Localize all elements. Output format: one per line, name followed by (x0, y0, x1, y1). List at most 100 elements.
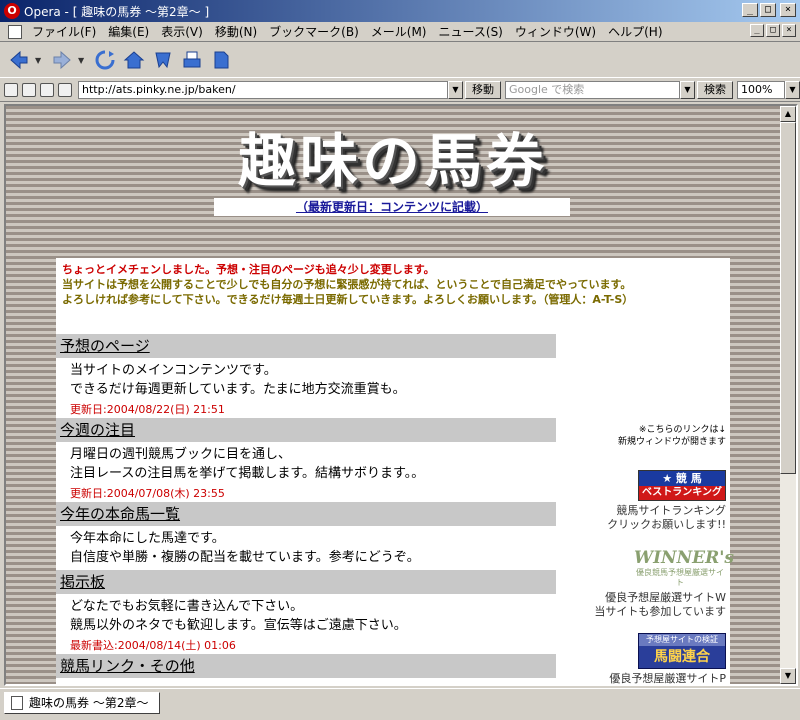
section-link-honmei[interactable]: 今年の本命馬一覧 (56, 502, 556, 526)
banner-ranking-bottom: ベストランキング (639, 486, 725, 500)
document-window-controls: _ □ × (750, 24, 796, 37)
vertical-scrollbar[interactable]: ▲ ▼ (780, 106, 796, 684)
batou-caption: 優良予想屋厳選サイトP (609, 672, 726, 684)
maximize-button[interactable]: □ (760, 3, 776, 17)
minimize-button[interactable]: _ (742, 3, 758, 17)
page-tab[interactable]: 趣味の馬券 〜第2章〜 (4, 692, 160, 714)
navigation-toolbar: ▼ ▼ (0, 43, 800, 78)
doc-close-button[interactable]: × (782, 24, 796, 37)
update-link[interactable]: （最新更新日：コンテンツに記載） (296, 200, 488, 214)
doc-restore-button[interactable]: □ (766, 24, 780, 37)
winners-caption: 優良予想屋厳選サイトW 当サイトも参加しています (546, 591, 726, 619)
menu-window[interactable]: ウィンドウ(W) (509, 23, 602, 40)
winners-caption-line: 当サイトも参加しています (594, 605, 726, 618)
go-button[interactable]: 移動 (465, 80, 501, 99)
winners-banner-title: WINNER's (634, 548, 734, 568)
menu-mail[interactable]: メール(M) (365, 23, 433, 40)
forward-button[interactable] (49, 47, 75, 73)
page-tab-label: 趣味の馬券 〜第2章〜 (29, 696, 149, 710)
keiba-best-ranking-banner[interactable]: ★ 競 馬 ベストランキング (638, 470, 726, 501)
back-arrow-icon (10, 50, 28, 70)
new-page-button[interactable] (208, 47, 234, 73)
section-description: 月曜日の週刊競馬ブックに目を通し、 注目レースの注目馬を挙げて掲載します。結構サ… (56, 442, 556, 486)
section-line: 今年本命にした馬達です。 (70, 531, 225, 546)
new-page-icon (214, 51, 229, 69)
zoom-field[interactable]: 100% (737, 80, 785, 99)
search-engine-dropdown[interactable]: ▼ (680, 80, 695, 99)
window-controls: _ □ × (742, 3, 796, 17)
section-description: 今年本命にした馬達です。 自信度や単勝・複勝の配当を載せています。参考にどうぞ。 (56, 526, 556, 570)
menu-view[interactable]: 表示(V) (155, 23, 209, 40)
batou-banner-title: 馬闘連合 (654, 649, 710, 665)
section-link-chumoku[interactable]: 今週の注目 (56, 418, 556, 442)
notice-block: ちょっとイメチェンしました。予想・注目のページも追々少し変更します。 当サイトは… (56, 258, 730, 311)
new-window-note: 新規ウィンドウが開きます (617, 437, 726, 447)
section-description: 当サイトのメインコンテンツです。 できるだけ毎週更新しています。たまに地方交流重… (56, 358, 556, 402)
section-link-yosou[interactable]: 予想のページ (56, 334, 556, 358)
page-info-icon[interactable] (40, 82, 54, 97)
scroll-down-arrow-icon[interactable]: ▼ (780, 668, 796, 684)
update-notice-box: （最新更新日：コンテンツに記載） (214, 198, 570, 216)
zoom-dropdown[interactable]: ▼ (785, 80, 800, 99)
page-tab-bar: 趣味の馬券 〜第2章〜 (0, 688, 800, 720)
close-button[interactable]: × (780, 3, 796, 17)
security-lock-icon[interactable] (4, 82, 18, 97)
bookmark-page-icon[interactable] (58, 82, 72, 97)
batou-banner-top: 予想屋サイトの検証 (639, 634, 725, 646)
window-title: Opera - [ 趣味の馬券 〜第2章〜 ] (24, 4, 210, 19)
bookmark-icon (155, 52, 171, 69)
section-line: どなたでもお気軽に書き込んで下さい。 (70, 599, 304, 614)
menu-news[interactable]: ニュース(S) (432, 23, 508, 40)
cookie-icon[interactable] (22, 82, 36, 97)
menu-bar: ファイル(F) 編集(E) 表示(V) 移動(N) ブックマーク(B) メール(… (0, 22, 800, 42)
doc-minimize-button[interactable]: _ (750, 24, 764, 37)
page-viewport: 趣味の馬券 （最新更新日：コンテンツに記載） ちょっとイメチェンしました。予想・… (4, 104, 798, 686)
hotlist-button[interactable] (150, 47, 176, 73)
print-button[interactable] (179, 47, 205, 73)
menu-bookmarks[interactable]: ブックマーク(B) (263, 23, 365, 40)
address-toolbar: http://ats.pinky.ne.jp/baken/ ▼ 移動 Googl… (0, 78, 800, 102)
content-area: ちょっとイメチェンしました。予想・注目のページも追々少し変更します。 当サイトは… (56, 258, 734, 684)
scroll-up-arrow-icon[interactable]: ▲ (780, 106, 796, 122)
banner-ranking-top: ★ 競 馬 (639, 471, 725, 486)
section-update-date: 最新書込:2004/08/14(土) 01:06 (70, 639, 236, 652)
scrollbar-thumb[interactable] (780, 122, 796, 474)
section-link-bbs[interactable]: 掲示板 (56, 570, 556, 594)
address-input[interactable]: http://ats.pinky.ne.jp/baken/ (78, 80, 448, 99)
back-dropdown-icon[interactable]: ▼ (35, 56, 43, 65)
contents-list: 予想のページ 当サイトのメインコンテンツです。 できるだけ毎週更新しています。た… (56, 334, 556, 678)
section-line: 自信度や単勝・複勝の配当を載せています。参考にどうぞ。 (70, 550, 420, 565)
winners-caption-line: 優良予想屋厳選サイトW (605, 591, 726, 604)
winners-banner-subtitle: 優良競馬予想屋厳選サイト (636, 568, 724, 587)
batou-rengou-banner[interactable]: 予想屋サイトの検証 馬闘連合 (638, 633, 726, 669)
section-link-links[interactable]: 競馬リンク・その他 (56, 654, 556, 678)
opera-logo-icon: O (4, 3, 20, 19)
web-page: 趣味の馬券 （最新更新日：コンテンツに記載） ちょっとイメチェンしました。予想・… (6, 106, 780, 684)
home-button[interactable] (121, 47, 147, 73)
ranking-caption-line: クリックお願いします!! (607, 518, 726, 531)
back-button[interactable] (6, 47, 32, 73)
reload-button[interactable] (92, 47, 118, 73)
menu-file[interactable]: ファイル(F) (26, 23, 102, 40)
section-update-date: 更新日:2004/07/08(木) 23:55 (70, 487, 225, 500)
search-button[interactable]: 検索 (697, 80, 733, 99)
search-input[interactable]: Google で検索 (505, 80, 680, 99)
menu-navigate[interactable]: 移動(N) (209, 23, 263, 40)
site-title: 趣味の馬券 (237, 127, 548, 195)
new-window-note: ※こちらのリンクは↓ (638, 425, 726, 435)
home-icon (123, 51, 145, 69)
document-icon (8, 24, 22, 39)
address-history-dropdown[interactable]: ▼ (448, 80, 463, 99)
print-icon (183, 51, 201, 68)
forward-dropdown-icon[interactable]: ▼ (78, 56, 86, 65)
winners-banner[interactable]: WINNER's 優良競馬予想屋厳選サイト (634, 548, 734, 587)
menu-edit[interactable]: 編集(E) (102, 23, 155, 40)
section-line: できるだけ毎週更新しています。たまに地方交流重賞も。 (70, 382, 406, 397)
reload-icon (95, 50, 115, 70)
section-line: 月曜日の週刊競馬ブックに目を通し、 (70, 447, 292, 462)
forward-arrow-icon (53, 50, 71, 70)
page-tab-icon (11, 696, 23, 710)
notice-text-2: よろしければ参考にして下さい。できるだけ毎週土日更新していきます。よろしくお願い… (62, 293, 634, 306)
menu-help[interactable]: ヘルプ(H) (602, 23, 668, 40)
banner-column: ※こちらのリンクは↓ 新規ウィンドウが開きます ★ 競 馬 ベストランキング 競… (546, 424, 734, 684)
